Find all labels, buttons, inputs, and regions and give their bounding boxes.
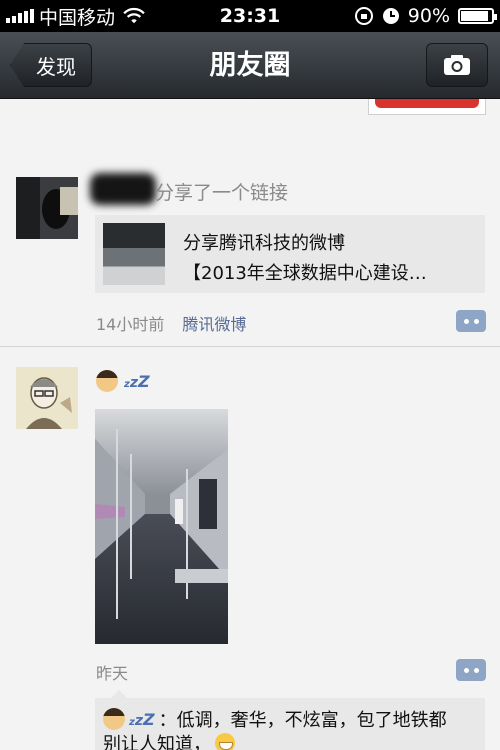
post-meta: 14小时前 腾讯微博 xyxy=(96,311,246,335)
link-description: 【2013年全球数据中心建设… xyxy=(183,263,427,284)
post-photo[interactable] xyxy=(95,409,228,644)
grin-emoji-icon xyxy=(215,733,235,750)
source-link[interactable]: 腾讯微博 xyxy=(182,311,246,335)
page-title: 朋友圈 xyxy=(209,50,291,81)
comment-line: zzZ ：低调，奢华，不炫富，包了地铁都 xyxy=(103,706,447,732)
dot-icon xyxy=(463,318,469,324)
shared-link-card[interactable]: 分享腾讯科技的微博 【2013年全球数据中心建设… xyxy=(95,215,485,293)
comment-button[interactable] xyxy=(456,659,486,681)
nav-bar: 发现 朋友圈 xyxy=(0,32,500,99)
comment-text-line1: ：低调，奢华，不炫富，包了地铁都 xyxy=(158,710,447,731)
post-meta: 昨天 xyxy=(96,660,128,684)
battery-percent: 90% xyxy=(407,5,450,27)
cover-image-edge xyxy=(368,99,486,115)
comment-button[interactable] xyxy=(456,310,486,332)
wifi-icon xyxy=(123,7,145,24)
sleeping-zzz-icon: zzZ xyxy=(124,371,150,391)
dot-icon xyxy=(473,667,479,673)
comment-line: 别让人知道， xyxy=(103,730,235,750)
status-bar: 中国移动 23:31 90% xyxy=(0,0,500,32)
sleeping-zzz-icon: zzZ xyxy=(129,709,155,729)
share-label: 分享了一个链接 xyxy=(155,182,289,204)
comment-box: zzZ ：低调，奢华，不炫富，包了地铁都 别让人知道， xyxy=(95,690,485,750)
signal-icon xyxy=(6,9,34,23)
link-title: 分享腾讯科技的微博 xyxy=(183,233,345,254)
battery-icon xyxy=(458,8,497,24)
divider xyxy=(0,346,500,347)
camera-icon xyxy=(444,55,470,75)
alarm-icon xyxy=(382,8,399,24)
dot-icon xyxy=(473,318,479,324)
carrier-label: 中国移动 xyxy=(39,6,116,29)
face-emoji-icon xyxy=(103,708,125,730)
link-thumbnail xyxy=(103,223,165,285)
rotation-lock-icon xyxy=(354,7,373,25)
dot-icon xyxy=(463,667,469,673)
post-emoji-text: zzZ xyxy=(96,370,150,392)
battery-level xyxy=(461,11,488,21)
comment-text-line2: 别让人知道， xyxy=(103,734,211,750)
camera-button[interactable] xyxy=(426,43,488,87)
avatar[interactable] xyxy=(16,177,78,239)
post-time: 昨天 xyxy=(96,664,129,683)
post-time: 14小时前 xyxy=(96,315,165,334)
blurred-username xyxy=(90,173,156,205)
avatar[interactable] xyxy=(16,367,78,429)
face-emoji-icon xyxy=(96,370,118,392)
